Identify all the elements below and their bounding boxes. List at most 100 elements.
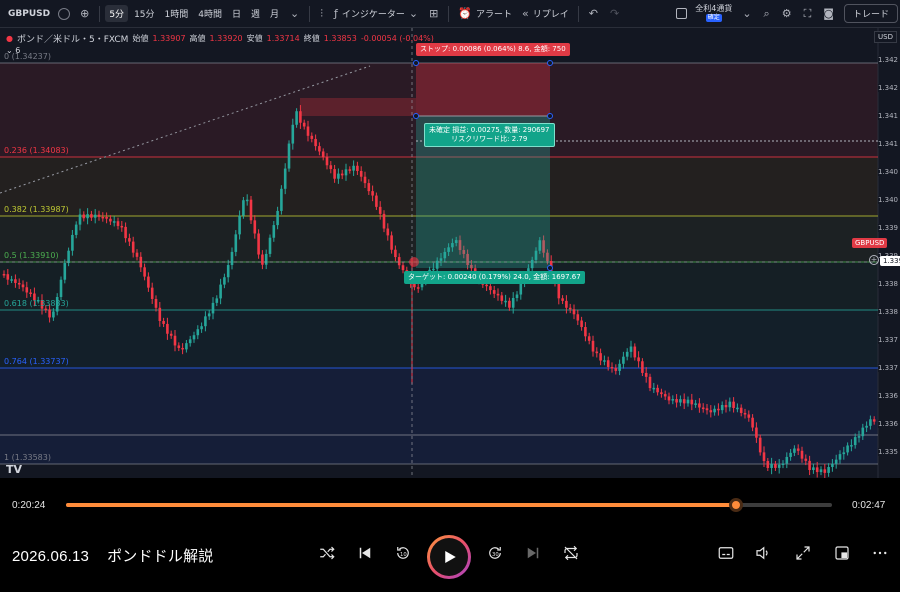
candle-body [648, 376, 652, 389]
next-icon[interactable] [518, 538, 548, 568]
subtitles-icon[interactable] [711, 538, 741, 568]
candle-body [869, 419, 872, 426]
timeframe-week[interactable]: 週 [247, 5, 264, 22]
candle-body [173, 335, 177, 346]
candle-body [804, 458, 808, 461]
candle-body [177, 345, 181, 348]
seek-thumb[interactable] [729, 498, 744, 512]
layout-icon[interactable]: ⊞ [423, 7, 444, 20]
candle-body [74, 224, 78, 235]
candle-body [614, 367, 618, 371]
add-alert-icon[interactable]: + [869, 255, 879, 265]
camera-icon[interactable]: ◙ [817, 7, 840, 20]
alert-button[interactable]: ⏰ アラート [453, 7, 517, 20]
timeframe-day[interactable]: 日 [228, 5, 245, 22]
candle-body [819, 469, 823, 473]
timeframe-15m[interactable]: 15分 [130, 5, 158, 22]
account-selector[interactable]: 全利4通貨 確定 [691, 5, 736, 22]
seek-bar[interactable] [66, 498, 832, 512]
timeframe-month[interactable]: 月 [266, 5, 283, 22]
candle-body [644, 372, 648, 377]
chart-title[interactable]: ポンド／米ドル・5・FXCM [17, 32, 128, 45]
candle-body [371, 191, 374, 196]
candle-body [827, 467, 830, 473]
alert-label: アラート [476, 10, 513, 20]
candle-body [67, 250, 70, 264]
symbol-label: GBPUSD [8, 8, 51, 19]
svg-text:10: 10 [400, 552, 407, 558]
symbol-search[interactable]: GBPUSD [2, 4, 74, 24]
candle-body [158, 307, 162, 321]
play-button[interactable] [427, 535, 471, 579]
more-icon[interactable] [865, 538, 895, 568]
repeat-icon[interactable] [556, 538, 586, 568]
undo-icon[interactable]: ↶ [583, 7, 604, 20]
price-axis-label: 1.341 [877, 112, 898, 120]
miniplayer-icon[interactable] [827, 538, 857, 568]
candle-body [861, 427, 865, 437]
open-value: 1.33907 [152, 34, 186, 43]
candle-body [717, 408, 720, 411]
candle-body [796, 448, 800, 451]
candle-body [815, 467, 819, 473]
candle-body [245, 199, 249, 202]
timeframe-1h[interactable]: 1時間 [161, 5, 193, 22]
indicators-icon: ƒ [334, 7, 338, 20]
candle-body [188, 339, 192, 344]
price-chart[interactable]: ● ポンド／米ドル・5・FXCM 始値 1.33907 高値 1.33920 安… [0, 28, 900, 478]
fullscreen-icon[interactable]: ⛶ [798, 7, 818, 21]
candle-body [382, 213, 386, 229]
candle-body [709, 410, 713, 413]
settings-icon[interactable]: ⚙ [776, 7, 798, 20]
fib-band [0, 368, 878, 464]
candle-body [496, 293, 500, 296]
candle-body [59, 279, 63, 297]
fib-level-label: 0.764 (1.33737) [4, 357, 69, 366]
candle-body [519, 283, 523, 295]
candle-body [318, 146, 321, 152]
forward-30-icon[interactable]: 30 [480, 538, 510, 568]
stop-zone [416, 63, 550, 116]
price-axis-label: 1.336 [877, 392, 898, 400]
replay-button[interactable]: « リプレイ [517, 7, 574, 20]
fib-band [0, 310, 878, 368]
close-value: 1.33853 [323, 34, 357, 43]
add-icon[interactable]: ⊕ [74, 7, 95, 20]
candle-body [261, 254, 264, 265]
candles-icon[interactable]: ⫶ [314, 7, 329, 21]
chevron-down-icon[interactable]: ⌄ [736, 7, 757, 20]
chart-canvas[interactable] [0, 28, 900, 478]
chevron-down-icon[interactable]: ⌄ [284, 7, 305, 20]
currency-button[interactable]: USD [874, 31, 897, 43]
expand-icon[interactable] [788, 538, 818, 568]
indicators-button[interactable]: ƒ インジケーター ⌄ [329, 7, 423, 20]
candle-body [637, 357, 640, 362]
candle-body [101, 216, 105, 219]
compare-icon[interactable] [58, 7, 71, 20]
open-pl-label[interactable]: 未確定 損益: 0.00275, 数量: 290697 リスクリワード比: 2.… [424, 123, 555, 147]
video-date: 2026.06.13 [12, 548, 90, 565]
candle-body [10, 279, 13, 281]
candle-body [675, 399, 678, 403]
candle-body [732, 401, 735, 408]
candle-body [287, 143, 291, 169]
candle-body [595, 351, 599, 354]
candle-body [766, 461, 770, 468]
trade-button[interactable]: トレード [843, 4, 898, 23]
search-icon[interactable]: ⌕ [758, 7, 776, 21]
previous-icon[interactable] [350, 538, 380, 568]
stop-loss-label[interactable]: ストップ: 0.00086 (0.064%) 8.6, 金額: 750 [416, 43, 570, 56]
account-checkbox[interactable] [676, 8, 688, 19]
timeframe-4h[interactable]: 4時間 [194, 5, 226, 22]
candle-body [774, 464, 777, 468]
target-label[interactable]: ターゲット: 0.00240 (0.179%) 24.0, 金額: 1697.6… [404, 271, 585, 284]
redo-icon[interactable]: ↷ [604, 7, 625, 20]
timeframe-5m[interactable]: 5分 [105, 5, 129, 22]
candle-body [580, 320, 583, 328]
shuffle-icon[interactable] [312, 538, 342, 568]
price-axis-label: 1.342 [877, 84, 898, 92]
price-axis-label: 1.338 [877, 280, 898, 288]
rewind-10-icon[interactable]: 10 [388, 538, 418, 568]
candle-body [120, 225, 124, 228]
volume-icon[interactable] [748, 538, 778, 568]
